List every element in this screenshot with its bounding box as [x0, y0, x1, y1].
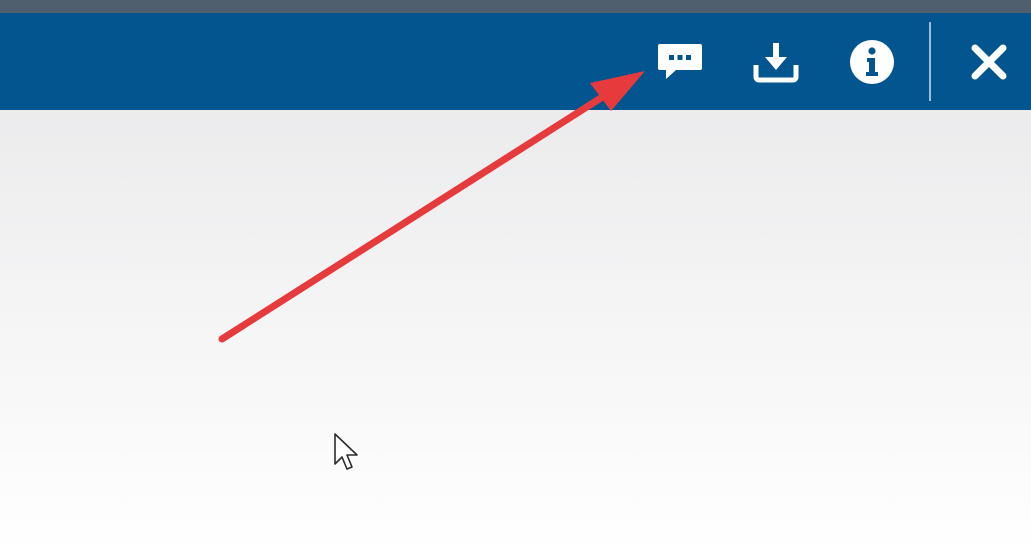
download-icon: [753, 43, 799, 83]
comment-dots-icon: [658, 44, 702, 79]
comments-button[interactable]: [649, 31, 711, 93]
content-area: [0, 110, 1031, 556]
toolbar-divider: [929, 22, 931, 101]
close-icon: [971, 44, 1007, 80]
window-top-edge: [0, 0, 1031, 13]
top-toolbar: [0, 13, 1031, 110]
info-button[interactable]: [841, 31, 903, 93]
download-button[interactable]: [745, 31, 807, 93]
info-icon: [850, 40, 894, 84]
mouse-pointer-icon: [334, 433, 358, 470]
close-button[interactable]: [958, 31, 1020, 93]
